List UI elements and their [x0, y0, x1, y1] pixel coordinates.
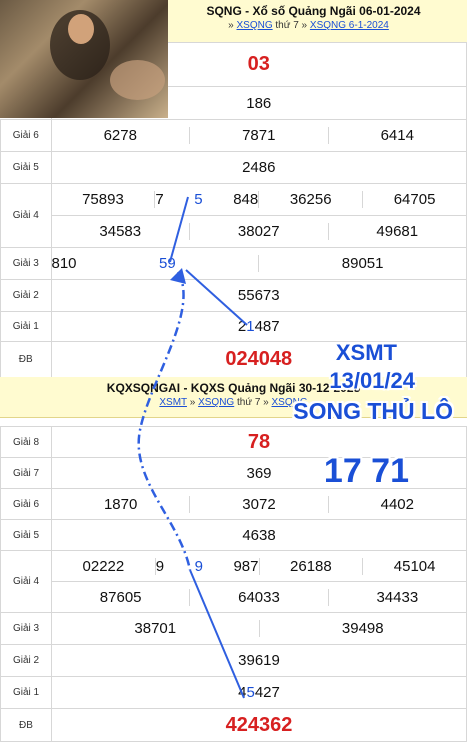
line-top-1	[169, 196, 189, 263]
overlay-date: 13/01/24	[329, 368, 415, 393]
overlay-song-thu-lo: SONG THỦ LÔ	[293, 398, 453, 424]
line-bottom	[189, 569, 245, 699]
line-top-2	[185, 269, 248, 326]
arrow-head	[170, 268, 186, 284]
overlay-xsmt: XSMT	[335, 340, 397, 365]
dash-dot-curve	[137, 271, 192, 571]
overlay-pair-numbers: 17 71	[323, 452, 409, 490]
